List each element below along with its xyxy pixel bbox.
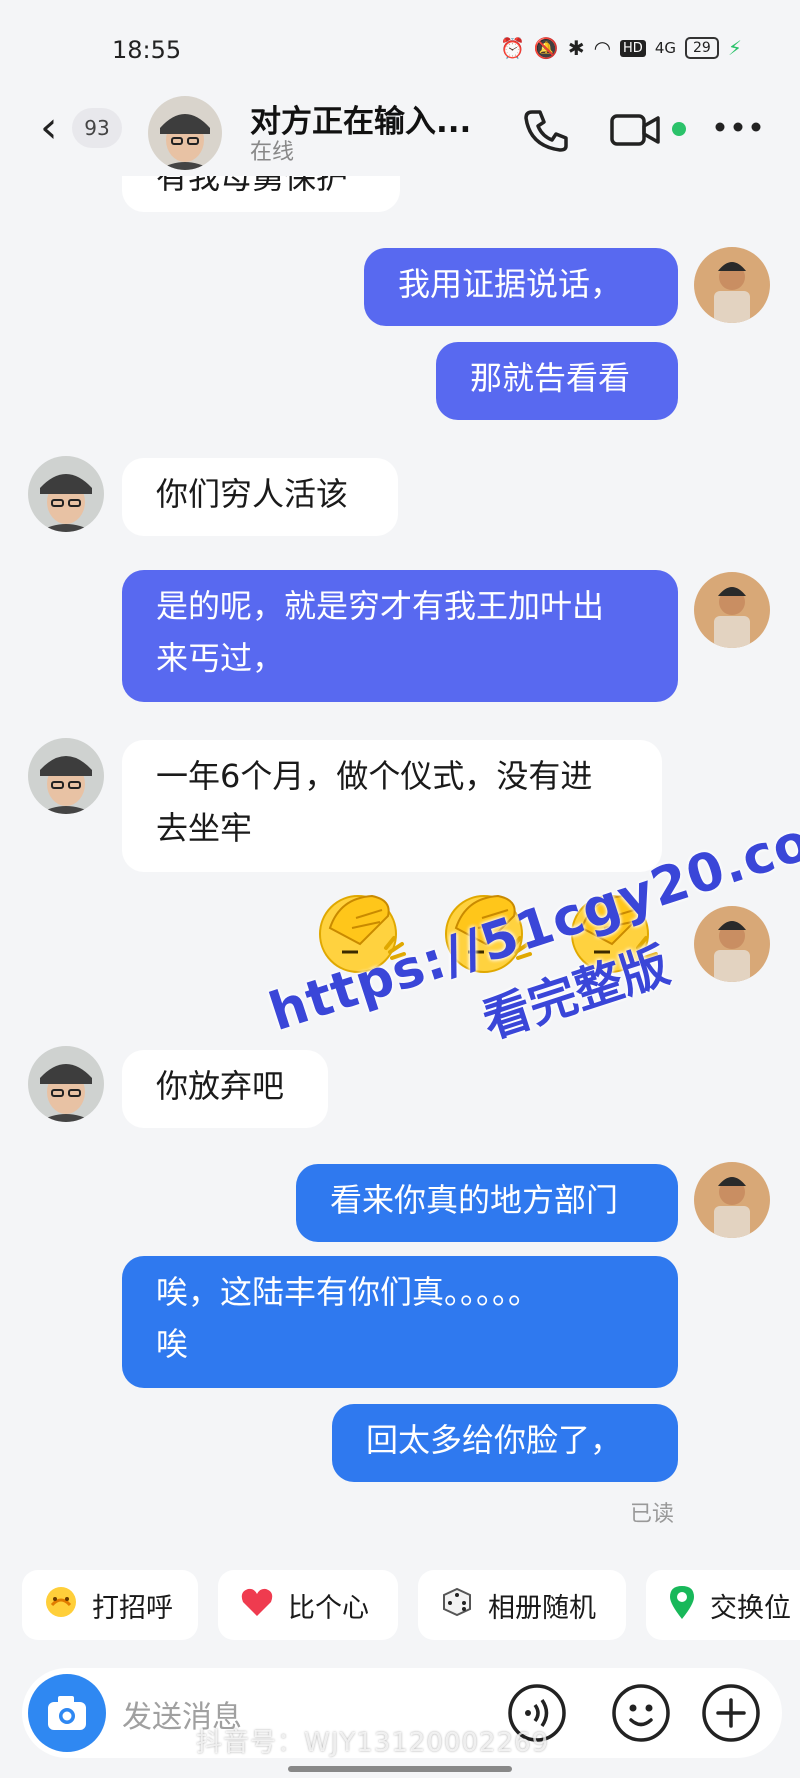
home-indicator: [288, 1766, 512, 1772]
message-text: 有我母舅保护: [156, 176, 349, 196]
alarm-icon: ⏰: [500, 36, 525, 60]
message-text: 是的呢，就是穷才有我王加叶出: [156, 587, 605, 625]
dice-icon: [440, 1585, 474, 1626]
emoji-message[interactable]: [312, 882, 664, 982]
more-options-icon[interactable]: [714, 118, 762, 137]
quick-action-label: 相册随机: [488, 1592, 596, 1624]
message-incoming[interactable]: 有我母舅保护: [122, 176, 400, 212]
read-receipt: 已读: [630, 1502, 675, 1527]
contact-avatar[interactable]: [28, 738, 104, 814]
wifi-icon: ◠: [593, 36, 612, 60]
chat-header: ‹ 93 对方正在输入... 在线: [0, 96, 800, 176]
message-outgoing[interactable]: 回太多给你脸了，: [332, 1404, 678, 1482]
bluetooth-icon: ✱: [567, 36, 585, 60]
message-text: 看来你真的地方部门: [330, 1181, 619, 1219]
facepalm-emoji-icon: [445, 894, 532, 973]
message-outgoing[interactable]: 那就告看看: [436, 342, 678, 420]
wave-hand-icon: [44, 1585, 78, 1626]
message-text: 你放弃吧: [156, 1067, 285, 1105]
battery-icon: 29: [685, 37, 719, 59]
location-pin-icon: [668, 1584, 696, 1627]
heart-icon: [240, 1586, 274, 1625]
status-time: 18:55: [112, 36, 182, 64]
message-outgoing[interactable]: 看来你真的地方部门: [296, 1164, 678, 1242]
status-icons: ⏰ 🔕 ✱ ◠ HD 4G 29 ⚡: [500, 36, 742, 60]
phone-call-icon[interactable]: [522, 106, 570, 158]
contact-avatar[interactable]: [28, 456, 104, 532]
message-text: 唉，这陆丰有你们真。。。。。: [156, 1273, 541, 1311]
camera-button[interactable]: [28, 1674, 106, 1752]
quick-action-label: 交换位: [710, 1592, 791, 1624]
message-text: 我用证据说话，: [398, 265, 623, 303]
message-text: 唉: [156, 1325, 189, 1363]
my-avatar[interactable]: [694, 247, 770, 323]
hd-badge: HD: [620, 39, 646, 57]
message-text: 你们穷人活该: [156, 475, 349, 513]
message-outgoing[interactable]: 我用证据说话，: [364, 248, 678, 326]
online-status: 在线: [250, 140, 295, 165]
quick-action-label: 打招呼: [92, 1592, 173, 1624]
message-outgoing[interactable]: 唉，这陆丰有你们真。。。。。 唉: [122, 1256, 678, 1388]
back-chevron-icon[interactable]: ‹: [40, 106, 58, 150]
message-text: 来丐过，: [156, 639, 285, 677]
my-avatar[interactable]: [694, 572, 770, 648]
contact-avatar[interactable]: [148, 96, 222, 170]
my-avatar[interactable]: [694, 1162, 770, 1238]
message-text: 一年6个月，做个仪式，没有进: [156, 757, 593, 795]
quick-action-heart[interactable]: 比个心: [218, 1570, 398, 1640]
contact-avatar[interactable]: [28, 1046, 104, 1122]
network-label: 4G: [654, 39, 676, 57]
message-incoming[interactable]: 你放弃吧: [122, 1050, 328, 1128]
message-partial-clip: 有我母舅保护: [122, 176, 400, 212]
message-outgoing[interactable]: 是的呢，就是穷才有我王加叶出 来丐过，: [122, 570, 678, 702]
quick-action-greet[interactable]: 打招呼: [22, 1570, 198, 1640]
facepalm-emoji-icon: [571, 894, 658, 973]
platform-watermark: 抖音号：WJY13120002269: [196, 1728, 550, 1758]
camera-icon: [48, 1696, 86, 1730]
add-attachment-icon[interactable]: [700, 1682, 762, 1748]
charging-icon: ⚡: [727, 36, 742, 60]
quick-action-random-album[interactable]: 相册随机: [418, 1570, 626, 1640]
message-incoming[interactable]: 你们穷人活该: [122, 458, 398, 536]
quick-action-label: 比个心: [288, 1592, 369, 1624]
status-bar: 18:55 ⏰ 🔕 ✱ ◠ HD 4G 29 ⚡: [0, 0, 800, 96]
message-text: 回太多给你脸了，: [366, 1421, 623, 1459]
emoji-picker-icon[interactable]: [610, 1682, 672, 1748]
facepalm-emoji-icon: [319, 894, 406, 973]
unread-count-badge[interactable]: 93: [72, 108, 122, 148]
message-text: 那就告看看: [470, 359, 631, 397]
mute-icon: 🔕: [533, 36, 559, 60]
message-text: 去坐牢: [156, 809, 253, 847]
quick-action-exchange-location[interactable]: 交换位: [646, 1570, 800, 1640]
video-call-icon[interactable]: [608, 106, 664, 158]
message-incoming[interactable]: 一年6个月，做个仪式，没有进 去坐牢: [122, 740, 662, 872]
online-dot: [672, 122, 686, 136]
my-avatar[interactable]: [694, 906, 770, 982]
